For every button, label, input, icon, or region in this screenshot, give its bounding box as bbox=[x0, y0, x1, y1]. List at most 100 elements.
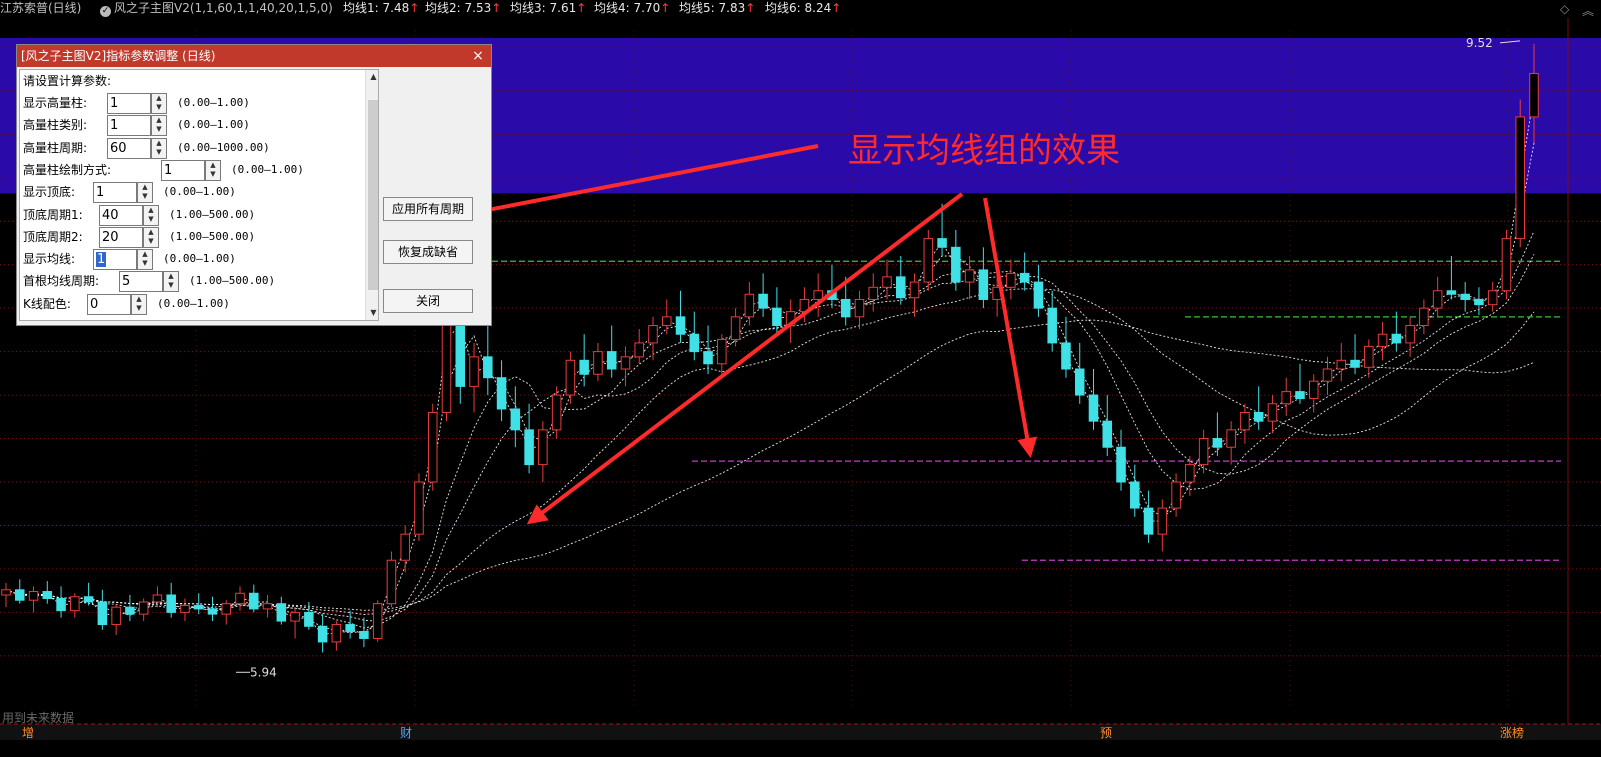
candle-body[interactable] bbox=[386, 559, 397, 605]
candle-body[interactable] bbox=[896, 276, 906, 299]
event-marker[interactable]: 预 bbox=[1100, 726, 1112, 740]
candle-body[interactable] bbox=[28, 591, 39, 601]
candle-body[interactable] bbox=[1501, 238, 1512, 292]
candle-body[interactable] bbox=[840, 298, 851, 318]
candle-body[interactable] bbox=[1130, 481, 1140, 509]
candle-body[interactable] bbox=[551, 394, 562, 431]
candle-body[interactable] bbox=[689, 333, 700, 353]
candle-body[interactable] bbox=[221, 603, 232, 615]
candle-body[interactable] bbox=[345, 624, 355, 633]
candle-body[interactable] bbox=[703, 351, 713, 365]
candle-body[interactable] bbox=[290, 611, 300, 622]
param-stepper[interactable]: ▲ ▼ bbox=[151, 93, 167, 114]
candle-body[interactable] bbox=[1074, 368, 1085, 396]
param-input[interactable]: 60 bbox=[107, 137, 151, 159]
candle-body[interactable] bbox=[1212, 438, 1223, 448]
candle-body[interactable] bbox=[1487, 290, 1498, 306]
candle-body[interactable] bbox=[1377, 333, 1388, 347]
candle-body[interactable] bbox=[1350, 359, 1360, 368]
candle-body[interactable] bbox=[538, 429, 548, 466]
param-input[interactable]: 1 bbox=[93, 249, 137, 271]
candle-body[interactable] bbox=[1267, 403, 1278, 422]
param-stepper[interactable]: ▲ ▼ bbox=[205, 159, 221, 181]
candle-body[interactable] bbox=[923, 238, 934, 283]
candle-body[interactable] bbox=[1033, 281, 1044, 309]
close-button[interactable]: 关闭 bbox=[383, 289, 473, 313]
indicator-settings-icon[interactable]: ✓ bbox=[100, 0, 111, 17]
candle-body[interactable] bbox=[1419, 307, 1429, 327]
param-stepper[interactable]: ▲ ▼ bbox=[137, 182, 153, 204]
param-input[interactable]: 40 bbox=[99, 204, 143, 226]
candle-body[interactable] bbox=[1185, 464, 1195, 483]
candle-body[interactable] bbox=[111, 606, 121, 626]
candle-body[interactable] bbox=[648, 325, 658, 344]
candle-body[interactable] bbox=[882, 276, 892, 288]
candle-body[interactable] bbox=[1198, 438, 1209, 466]
candle-body[interactable] bbox=[1446, 290, 1457, 295]
candle-body[interactable] bbox=[331, 624, 342, 643]
candle-body[interactable] bbox=[1515, 116, 1526, 240]
candle-body[interactable] bbox=[1006, 272, 1016, 288]
candle-body[interactable] bbox=[1088, 394, 1099, 422]
candle-body[interactable] bbox=[359, 631, 369, 639]
candle-body[interactable] bbox=[772, 307, 782, 327]
candle-body[interactable] bbox=[1047, 307, 1057, 344]
candle-body[interactable] bbox=[1281, 391, 1291, 405]
candle-body[interactable] bbox=[427, 411, 438, 483]
candle-body[interactable] bbox=[372, 603, 383, 639]
candle-body[interactable] bbox=[565, 359, 576, 396]
candle-body[interactable] bbox=[1171, 481, 1181, 509]
candle-body[interactable] bbox=[97, 601, 108, 626]
candle-body[interactable] bbox=[1529, 72, 1539, 118]
event-marker[interactable]: 财 bbox=[400, 726, 412, 740]
candle-body[interactable] bbox=[42, 591, 53, 599]
candle-body[interactable] bbox=[730, 316, 741, 340]
candle-body[interactable] bbox=[1405, 325, 1415, 344]
candle-body[interactable] bbox=[1295, 391, 1305, 400]
candle-body[interactable] bbox=[483, 356, 493, 379]
candle-body[interactable] bbox=[317, 625, 328, 643]
candle-body[interactable] bbox=[579, 359, 589, 375]
scroll-thumb[interactable] bbox=[368, 100, 378, 290]
param-stepper[interactable]: ▲ ▼ bbox=[163, 271, 179, 293]
candle-body[interactable] bbox=[276, 603, 287, 622]
candle-body[interactable] bbox=[524, 429, 534, 466]
candle-body[interactable] bbox=[14, 589, 25, 601]
param-stepper[interactable]: ▲ ▼ bbox=[137, 249, 153, 271]
dialog-title-bar[interactable]: [风之子主图V2]指标参数调整 (日线) × bbox=[17, 45, 491, 67]
candle-body[interactable] bbox=[620, 356, 631, 370]
candle-body[interactable] bbox=[249, 592, 259, 610]
candle-body[interactable] bbox=[1460, 293, 1470, 300]
candle-body[interactable] bbox=[56, 597, 66, 612]
candle-body[interactable] bbox=[813, 290, 823, 300]
param-input[interactable]: 1 bbox=[107, 115, 151, 137]
candle-body[interactable] bbox=[909, 281, 920, 299]
candle-body[interactable] bbox=[1, 589, 11, 596]
candle-body[interactable] bbox=[193, 604, 204, 610]
candle-body[interactable] bbox=[937, 238, 947, 248]
candle-body[interactable] bbox=[593, 351, 603, 375]
parameter-scrollbar[interactable]: ▲ ▼ bbox=[365, 70, 378, 320]
event-marker[interactable]: 增 bbox=[22, 726, 34, 740]
candle-body[interactable] bbox=[180, 604, 190, 613]
candle-body[interactable] bbox=[978, 269, 989, 300]
param-input[interactable]: 5 bbox=[119, 271, 163, 293]
param-stepper[interactable]: ▲ ▼ bbox=[143, 204, 159, 226]
candle-body[interactable] bbox=[510, 408, 521, 431]
candle-body[interactable] bbox=[1308, 380, 1319, 400]
candle-body[interactable] bbox=[1143, 507, 1154, 535]
param-input[interactable]: 20 bbox=[99, 226, 143, 248]
candle-body[interactable] bbox=[414, 481, 424, 535]
candle-body[interactable] bbox=[138, 601, 149, 615]
candle-body[interactable] bbox=[1240, 411, 1250, 431]
candle-body[interactable] bbox=[1116, 446, 1126, 483]
close-icon[interactable]: × bbox=[471, 45, 485, 67]
candle-body[interactable] bbox=[854, 298, 865, 318]
scroll-up-icon[interactable]: ▲ bbox=[366, 70, 378, 84]
candle-body[interactable] bbox=[1322, 368, 1333, 382]
indicator-name[interactable]: 风之子主图V2(1,1,60,1,1,40,20,1,5,0) bbox=[114, 0, 333, 17]
candle-body[interactable] bbox=[758, 293, 768, 309]
scroll-down-icon[interactable]: ▼ bbox=[366, 306, 378, 320]
candle-body[interactable] bbox=[1474, 298, 1484, 306]
candle-body[interactable] bbox=[1336, 359, 1347, 370]
